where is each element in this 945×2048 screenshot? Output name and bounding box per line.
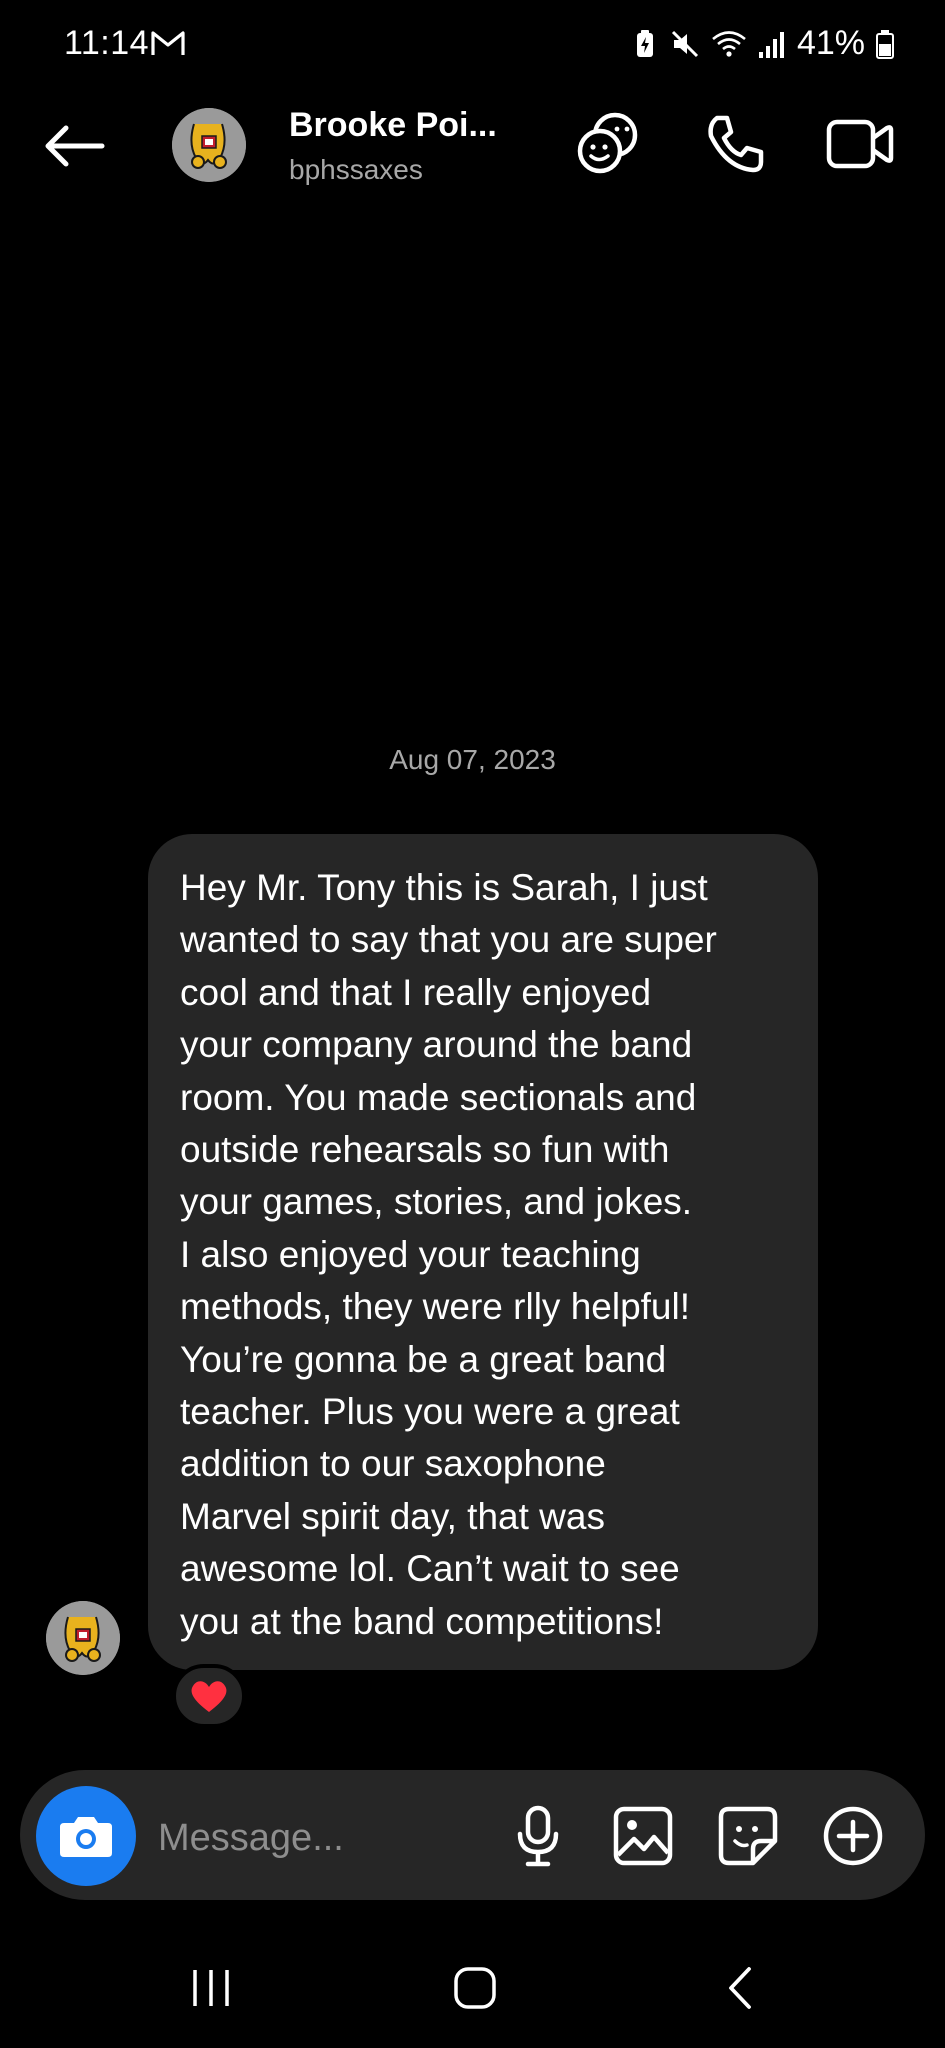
battery-saver-icon	[636, 29, 653, 57]
phone-icon	[708, 115, 764, 173]
back-icon	[729, 1967, 751, 2009]
contact-handle[interactable]: bphssaxes	[289, 154, 423, 186]
more-options-button[interactable]	[815, 1798, 891, 1874]
heart-icon	[191, 1681, 227, 1712]
recents-button[interactable]	[166, 1948, 256, 2028]
contact-name[interactable]: Brooke Poi...	[289, 106, 497, 145]
status-time: 11:14	[64, 24, 150, 62]
signal-icon	[758, 31, 784, 58]
microphone-icon	[517, 1805, 559, 1867]
video-icon	[826, 119, 894, 169]
stickers-button[interactable]	[568, 104, 648, 184]
video-call-button[interactable]	[820, 104, 900, 184]
date-separator: Aug 07, 2023	[389, 744, 556, 775]
call-button[interactable]	[695, 104, 775, 184]
battery-percent: 41%	[796, 24, 865, 62]
sender-avatar[interactable]	[46, 1601, 120, 1675]
message-bubble[interactable]: Hey Mr. Tony this is Sarah, I just wante…	[148, 834, 818, 1670]
system-back-button[interactable]	[695, 1948, 785, 2028]
mute-icon	[671, 30, 698, 57]
home-button[interactable]	[430, 1948, 520, 2028]
avatar[interactable]	[172, 108, 246, 182]
saxophone-logo-icon	[172, 108, 246, 182]
stickers-icon	[577, 112, 638, 174]
gallery-icon	[613, 1806, 673, 1866]
sticker-icon	[718, 1806, 778, 1866]
gallery-button[interactable]	[605, 1798, 681, 1874]
sticker-button[interactable]	[710, 1798, 786, 1874]
message-input[interactable]	[156, 1802, 480, 1874]
voice-message-button[interactable]	[500, 1798, 576, 1874]
back-arrow-icon	[45, 125, 105, 167]
back-button[interactable]	[36, 108, 112, 184]
home-icon	[454, 1967, 496, 2009]
status-icons: 41%	[631, 24, 895, 63]
gmail-icon	[151, 31, 185, 55]
plus-circle-icon	[823, 1806, 883, 1866]
saxophone-logo-icon	[46, 1601, 120, 1675]
battery-icon	[876, 29, 894, 59]
camera-icon	[60, 1817, 112, 1857]
camera-button[interactable]	[36, 1786, 136, 1886]
recents-icon	[193, 1970, 229, 2006]
message-text: Hey Mr. Tony this is Sarah, I just wante…	[180, 867, 717, 1642]
wifi-icon	[712, 30, 746, 57]
heart-reaction[interactable]	[172, 1664, 246, 1728]
